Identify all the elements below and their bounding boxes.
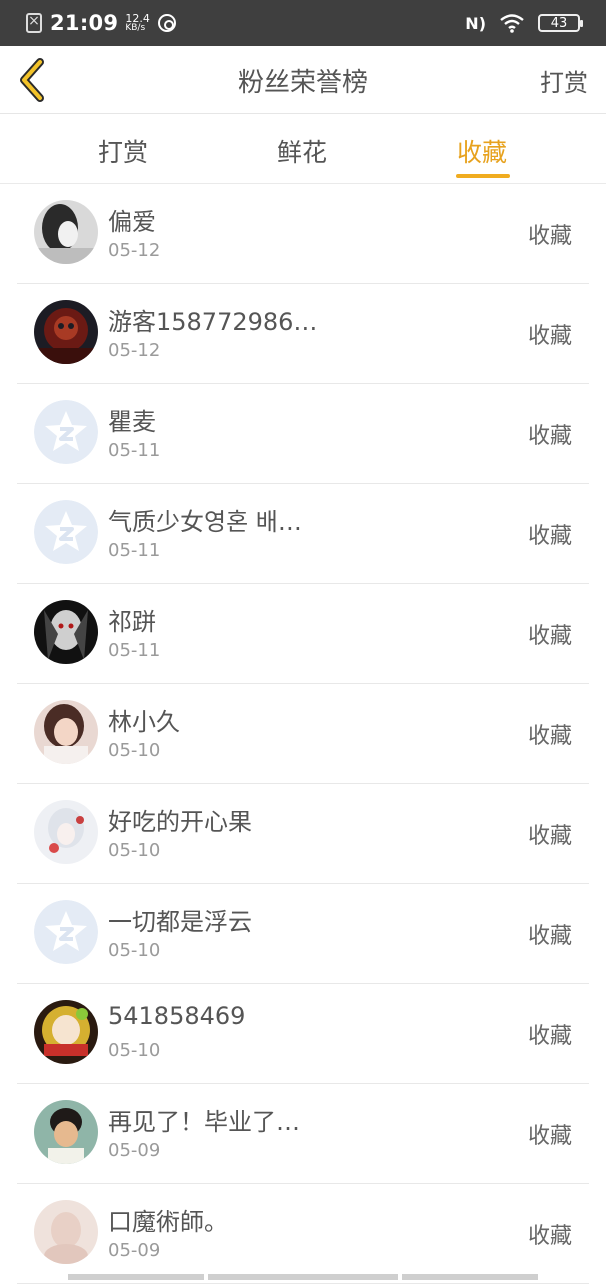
list-item[interactable]: 瞿麦 05-11 收藏 <box>0 384 606 484</box>
item-type-label: 收藏 <box>527 1224 572 1249</box>
network-speed: 12.4 KB/s <box>125 13 150 33</box>
item-type-label: 收藏 <box>527 924 572 949</box>
avatar[interactable] <box>34 500 98 564</box>
user-name: 祁跰 <box>108 608 156 636</box>
user-name: 再见了！毕业了… <box>108 1108 300 1136</box>
list-item[interactable]: 偏爱 05-12 收藏 <box>0 184 606 284</box>
tab-flowers[interactable]: 鲜花 <box>277 133 327 169</box>
user-name: 游客158772986… <box>108 308 318 336</box>
item-date: 05-10 <box>108 940 161 961</box>
user-name: 林小久 <box>108 708 180 736</box>
active-tab-indicator <box>456 174 510 178</box>
back-button[interactable] <box>10 54 54 106</box>
avatar[interactable] <box>34 700 98 764</box>
item-date: 05-09 <box>108 1240 161 1261</box>
back-arrow-icon <box>20 58 44 102</box>
user-name: 541858469 <box>108 1002 246 1030</box>
item-date: 05-09 <box>108 1140 161 1161</box>
page-title: 粉丝荣誉榜 <box>237 68 368 98</box>
avatar[interactable] <box>34 1100 98 1164</box>
user-name: 一切都是浮云 <box>108 908 252 936</box>
tab-bar: 打赏 鲜花 收藏 <box>0 115 606 184</box>
status-bar: 21:09 12.4 KB/s N) 43 <box>0 0 606 46</box>
user-name: 瞿麦 <box>108 408 156 436</box>
item-type-label: 收藏 <box>527 224 572 249</box>
item-date: 05-10 <box>108 740 161 761</box>
user-name: 口魔術師。 <box>108 1208 228 1236</box>
avatar[interactable] <box>34 400 98 464</box>
default-avatar-icon <box>34 900 98 964</box>
app-notification-icon <box>157 14 176 32</box>
avatar[interactable] <box>34 200 98 264</box>
item-type-label: 收藏 <box>527 1124 572 1149</box>
no-sim-icon <box>26 13 42 33</box>
bottom-scroll-bars <box>0 1274 606 1280</box>
list-item[interactable]: 游客158772986… 05-12 收藏 <box>0 284 606 384</box>
tab-favorites[interactable]: 收藏 <box>457 133 507 169</box>
list-item[interactable]: 好吃的开心果 05-10 收藏 <box>0 784 606 884</box>
list-item[interactable]: 口魔術師。 05-09 收藏 <box>0 1184 606 1284</box>
item-date: 05-11 <box>108 540 161 561</box>
nfc-icon: N) <box>465 13 486 33</box>
avatar[interactable] <box>34 1200 98 1264</box>
item-type-label: 收藏 <box>527 724 572 749</box>
item-type-label: 收藏 <box>527 1024 572 1049</box>
avatar[interactable] <box>34 1000 98 1064</box>
user-name: 气质少女영혼 배… <box>108 508 302 536</box>
item-type-label: 收藏 <box>527 624 572 649</box>
avatar[interactable] <box>34 800 98 864</box>
reward-button[interactable]: 打赏 <box>540 63 588 98</box>
nav-bar: 粉丝荣誉榜 打赏 <box>0 46 606 114</box>
item-date: 05-11 <box>108 640 161 661</box>
list-item[interactable]: 气质少女영혼 배… 05-11 收藏 <box>0 484 606 584</box>
list-item[interactable]: 林小久 05-10 收藏 <box>0 684 606 784</box>
battery-level: 43 <box>550 15 568 31</box>
list-item[interactable]: 一切都是浮云 05-10 收藏 <box>0 884 606 984</box>
item-date: 05-12 <box>108 240 161 261</box>
item-date: 05-10 <box>108 840 161 861</box>
item-date: 05-11 <box>108 440 161 461</box>
item-type-label: 收藏 <box>527 424 572 449</box>
avatar[interactable] <box>34 900 98 964</box>
network-speed-unit: KB/s <box>125 23 146 33</box>
tab-reward[interactable]: 打赏 <box>98 133 148 169</box>
wifi-icon <box>500 14 524 33</box>
default-avatar-icon <box>34 400 98 464</box>
item-type-label: 收藏 <box>527 524 572 549</box>
status-time: 21:09 <box>50 11 119 35</box>
user-name: 偏爱 <box>108 208 156 236</box>
user-name: 好吃的开心果 <box>108 808 252 836</box>
fan-list: 偏爱 05-12 收藏 游客158772986… 05-12 收藏 瞿麦 05-… <box>0 184 606 1284</box>
avatar[interactable] <box>34 300 98 364</box>
avatar[interactable] <box>34 600 98 664</box>
list-item[interactable]: 541858469 05-10 收藏 <box>0 984 606 1084</box>
list-item[interactable]: 祁跰 05-11 收藏 <box>0 584 606 684</box>
item-date: 05-12 <box>108 340 161 361</box>
battery-icon: 43 <box>538 14 583 32</box>
item-date: 05-10 <box>108 1040 161 1061</box>
item-type-label: 收藏 <box>527 324 572 349</box>
list-item[interactable]: 再见了！毕业了… 05-09 收藏 <box>0 1084 606 1184</box>
default-avatar-icon <box>34 500 98 564</box>
item-type-label: 收藏 <box>527 824 572 849</box>
